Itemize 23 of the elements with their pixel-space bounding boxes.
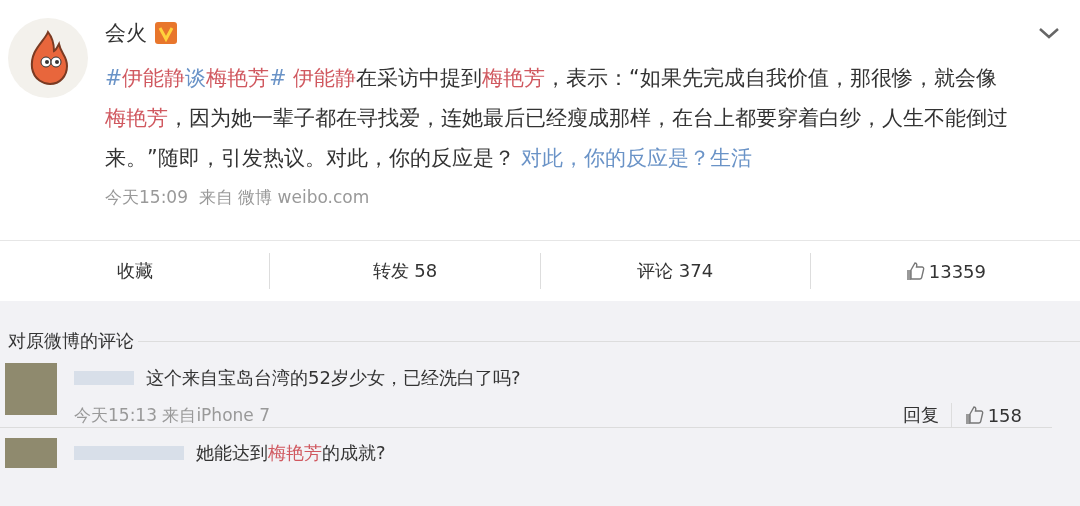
- action-button[interactable]: 评论 374: [637, 259, 714, 283]
- keyword-link[interactable]: 梅艳芳: [105, 106, 168, 130]
- keyword-link[interactable]: 梅艳芳: [481, 66, 545, 90]
- action-button[interactable]: 收藏: [116, 259, 153, 283]
- post-meta: 今天15:09 来自 微博 weibo.com: [105, 186, 371, 209]
- keyword-link[interactable]: 伊能静: [286, 66, 356, 90]
- comment-time: 今天15:13 来自iPhone 7: [74, 403, 270, 427]
- post-text: #伊能静谈梅艳芳# 伊能静在采访中提到梅艳芳，表示：“如果先完成自我价值，那很惨，就会像 梅艳芳，因为她一辈子都在寻找爱，连她最后已经瘦成那样，在台上都要穿着白纱，人生不能倒过来。”随即，引发热议。对此，你的反应是？ 对此，你的反应是？生活: [105, 65, 1009, 172]
- keyword-link[interactable]: 伊能静: [122, 66, 186, 90]
- comment-text: 她能达到梅艳芳的成就?: [196, 441, 386, 465]
- topic-link[interactable]: 谈: [185, 66, 207, 90]
- like-button[interactable]: 158: [963, 404, 1022, 426]
- keyword-link[interactable]: 梅艳芳: [268, 442, 322, 463]
- keyword-link[interactable]: 梅艳芳: [206, 66, 270, 90]
- like-button[interactable]: 13359: [904, 260, 986, 282]
- topic-link[interactable]: #: [105, 66, 123, 90]
- author-name[interactable]: 会火: [105, 19, 147, 47]
- reply-button[interactable]: 回复: [890, 403, 952, 427]
- topic-link[interactable]: #: [269, 66, 287, 90]
- comment-text: 这个来自宝岛台湾的52岁少女，已经洗白了吗?: [146, 366, 521, 390]
- comments-heading: 对原微博的评论: [8, 329, 134, 353]
- topic-link[interactable]: 对此，你的反应是？生活: [521, 146, 753, 170]
- action-button[interactable]: 转发 58: [372, 259, 438, 283]
